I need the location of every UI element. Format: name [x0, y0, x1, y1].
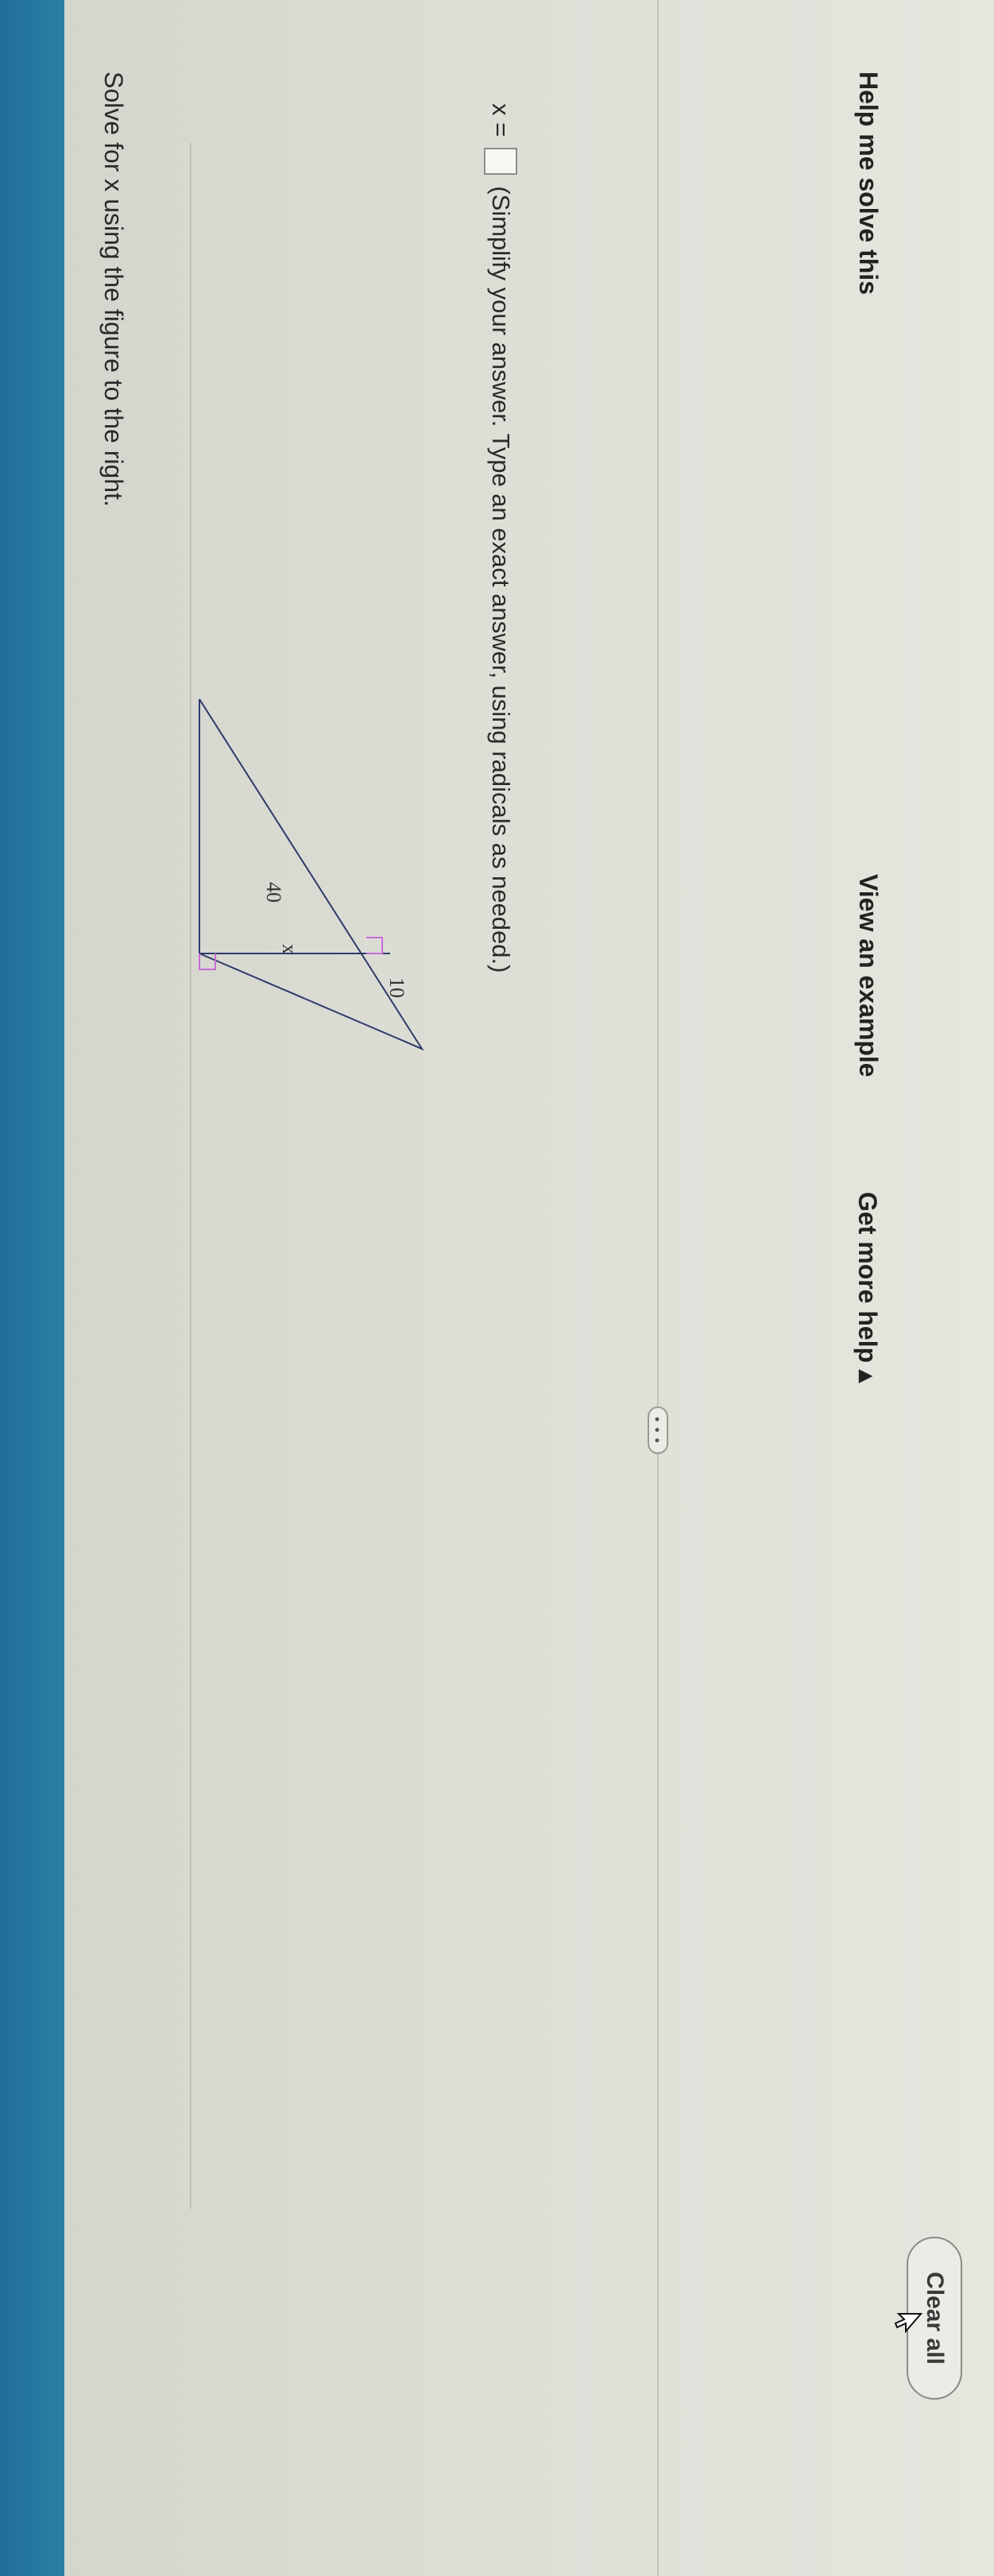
right-angle-marker-top [199, 953, 216, 970]
answer-prefix: x = [487, 103, 515, 137]
more-button[interactable]: • • • [648, 1406, 668, 1454]
answer-input[interactable] [484, 148, 517, 176]
divider-lower [657, 0, 659, 2576]
stage: Solve for x using the figure to the righ… [0, 0, 994, 2576]
help-me-solve-button[interactable]: Help me solve this [853, 72, 883, 295]
label-x: x [278, 944, 301, 954]
mouse-cursor-icon [894, 2313, 922, 2333]
answer-instruction: (Simplify your answer. Type an exact ans… [487, 186, 515, 973]
get-more-help-button[interactable]: Get more help ▴ [853, 1192, 883, 1383]
view-example-button[interactable]: View an example [853, 874, 883, 1077]
label-10: 10 [385, 977, 408, 998]
label-40: 40 [262, 882, 285, 903]
right-angle-marker-foot [366, 937, 383, 954]
answer-row: x = (Simplify your answer. Type an exact… [484, 103, 517, 973]
